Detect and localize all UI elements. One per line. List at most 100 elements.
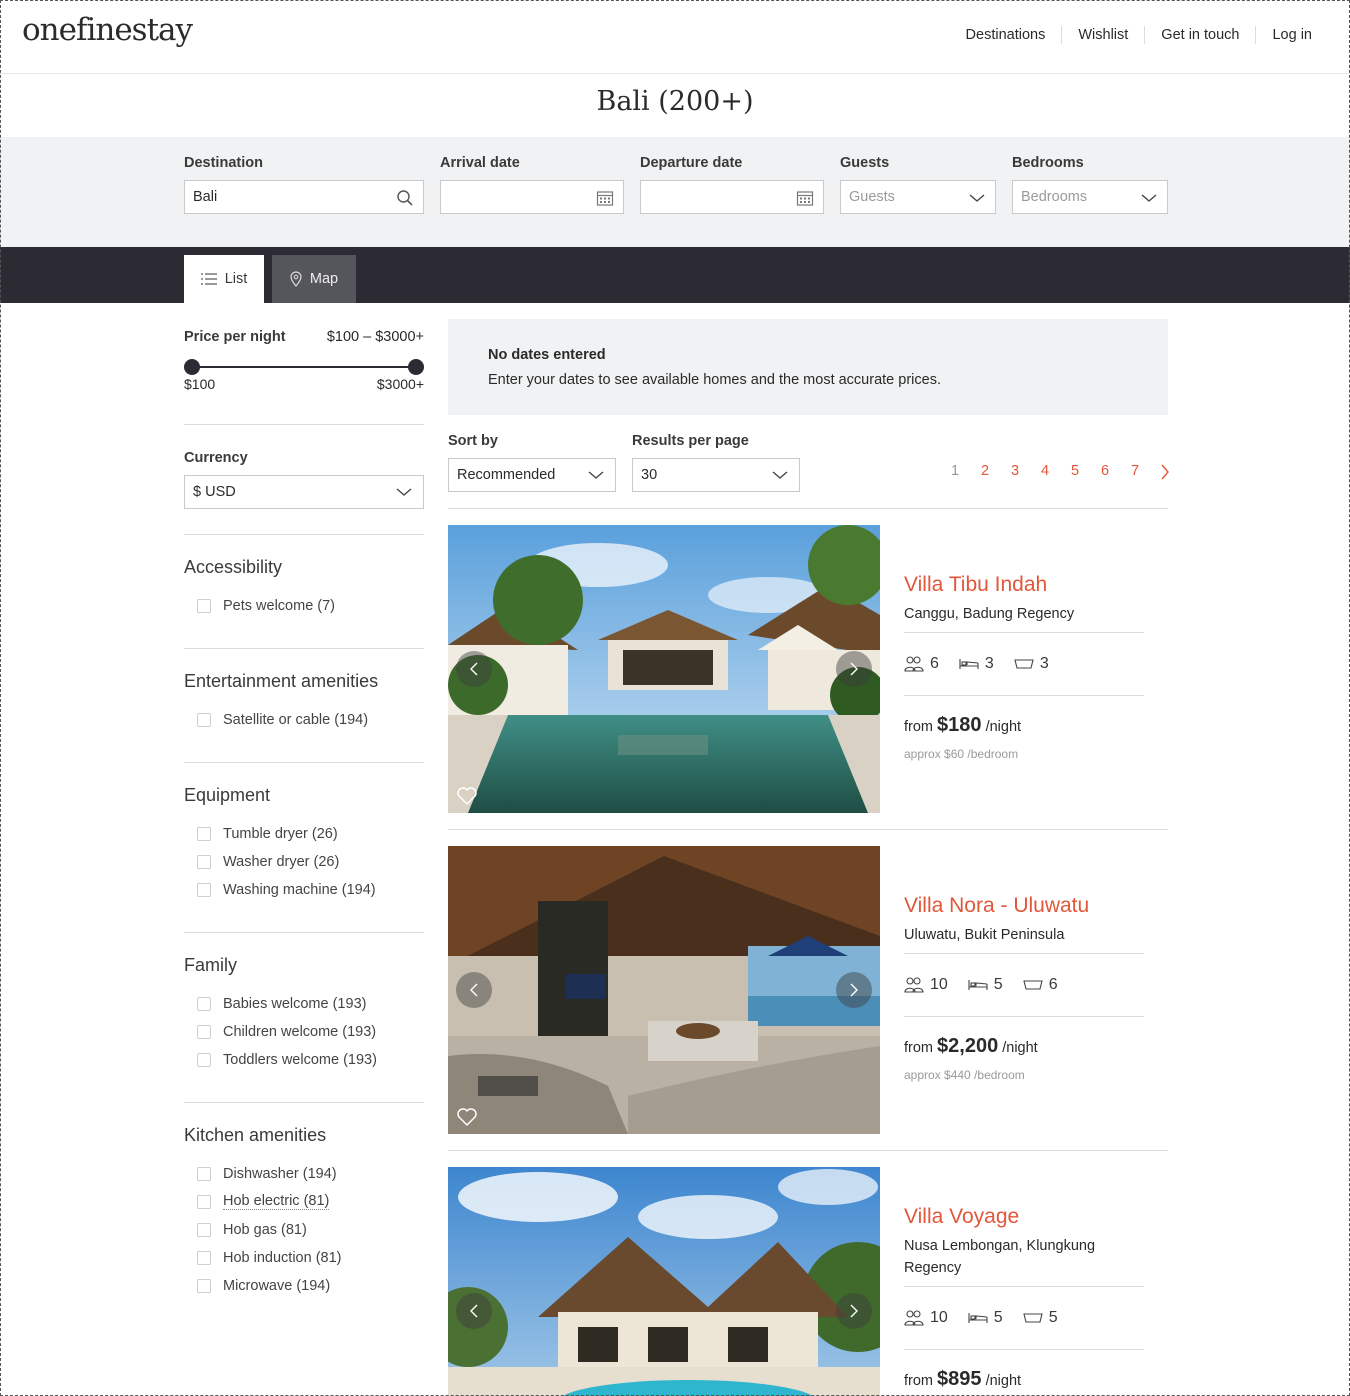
checkbox-box[interactable]	[197, 712, 211, 727]
checkbox-box[interactable]	[197, 1166, 211, 1181]
page-title: Bali (200+)	[596, 86, 754, 117]
checkbox-box[interactable]	[197, 826, 211, 841]
checkbox-box[interactable]	[197, 854, 211, 869]
checkbox-box[interactable]	[197, 1222, 211, 1237]
nav-get-in-touch[interactable]: Get in touch	[1144, 26, 1255, 44]
page-link[interactable]: 7	[1120, 463, 1150, 485]
bedrooms-select[interactable]: Bedrooms	[1012, 180, 1168, 214]
main-nav: Destinations Wishlist Get in touch Log i…	[950, 26, 1328, 44]
filter-option-label: Tumble dryer (26)	[223, 825, 338, 842]
bathrooms-value: 3	[1039, 655, 1049, 672]
listing-stats: 6 3 3	[904, 633, 1144, 695]
bedrooms-value: 5	[993, 976, 1003, 993]
tab-map[interactable]: Map	[272, 255, 356, 303]
checkbox-box[interactable]	[197, 598, 211, 613]
filter-checkbox[interactable]: Toddlers welcome (193)	[184, 1041, 424, 1078]
divider	[184, 648, 424, 649]
currency-select[interactable]: $ USD	[184, 475, 424, 509]
bedrooms-field: Bedrooms Bedrooms	[1012, 155, 1168, 214]
chevron-down-icon	[969, 194, 985, 202]
chevron-down-icon	[772, 471, 788, 479]
listing-photo-carousel[interactable]	[448, 525, 880, 813]
guests-select[interactable]: Guests	[840, 180, 996, 214]
page-link[interactable]: 5	[1060, 463, 1090, 485]
filter-option-label: Satellite or cable (194)	[223, 711, 369, 728]
search-icon[interactable]	[396, 189, 414, 207]
listing-photo[interactable]	[448, 1167, 880, 1396]
sort-control: Sort by Recommended	[448, 433, 616, 492]
departure-date-input[interactable]	[640, 180, 824, 214]
page-link[interactable]: 1	[940, 463, 970, 485]
bed-icon	[968, 1313, 988, 1323]
listing-photo[interactable]	[448, 525, 880, 813]
next-page-button[interactable]	[1150, 463, 1180, 485]
checkbox-box[interactable]	[197, 882, 211, 897]
page-link[interactable]: 6	[1090, 463, 1120, 485]
listing-name[interactable]: Villa Nora - Uluwatu	[904, 894, 1144, 918]
price-per: /night	[1002, 1040, 1038, 1056]
page-link[interactable]: 2	[970, 463, 1000, 485]
checkbox-box[interactable]	[197, 1278, 211, 1293]
nav-destinations[interactable]: Destinations	[950, 26, 1062, 44]
sort-select[interactable]: Recommended	[448, 458, 616, 492]
page-link[interactable]: 3	[1000, 463, 1030, 485]
carousel-prev-button[interactable]	[456, 1293, 492, 1329]
price-filter-label: Price per night	[184, 329, 286, 345]
calendar-icon[interactable]	[796, 189, 814, 207]
price-min-handle[interactable]	[184, 359, 200, 375]
guests-count: 10	[904, 1309, 948, 1327]
price-slider[interactable]	[184, 359, 424, 375]
per-page-value: 30	[641, 467, 658, 483]
map-pin-icon	[290, 271, 302, 287]
carousel-next-button[interactable]	[836, 651, 872, 687]
checkbox-box[interactable]	[197, 1052, 211, 1067]
filter-checkbox[interactable]: Pets welcome (7)	[184, 587, 424, 624]
listing-name[interactable]: Villa Tibu Indah	[904, 573, 1144, 597]
bathrooms-count: 5	[1022, 1309, 1058, 1327]
listing-card[interactable]: Villa Nora - Uluwatu Uluwatu, Bukit Peni…	[448, 846, 1168, 1134]
checkbox-box[interactable]	[197, 1250, 211, 1265]
guests-count: 6	[904, 655, 939, 673]
listing-name[interactable]: Villa Voyage	[904, 1205, 1144, 1229]
filter-group-title: Equipment	[184, 785, 271, 805]
nav-wishlist[interactable]: Wishlist	[1061, 26, 1144, 44]
bath-icon	[1022, 1313, 1043, 1323]
per-page-select[interactable]: 30	[632, 458, 800, 492]
chevron-down-icon	[396, 488, 412, 496]
destination-input[interactable]: Bali	[184, 180, 424, 214]
checkbox-box[interactable]	[197, 996, 211, 1011]
view-tab-bar: List Map	[0, 247, 1350, 303]
heart-icon[interactable]	[456, 1106, 478, 1128]
price-max-handle[interactable]	[408, 359, 424, 375]
filter-checkbox[interactable]: Washing machine (194)	[184, 871, 424, 908]
price-from: from	[904, 1040, 933, 1056]
tab-list[interactable]: List	[184, 255, 264, 303]
tab-list-label: List	[224, 271, 248, 287]
listing-photo[interactable]	[448, 846, 880, 1134]
calendar-icon[interactable]	[596, 189, 614, 207]
heart-icon[interactable]	[456, 785, 478, 807]
listing-photo-carousel[interactable]	[448, 1167, 880, 1396]
listing-stats: 10 5 5	[904, 1287, 1144, 1349]
carousel-prev-button[interactable]	[456, 651, 492, 687]
checkbox-box[interactable]	[197, 1024, 211, 1039]
carousel-prev-button[interactable]	[456, 972, 492, 1008]
listing-location: Uluwatu, Bukit Peninsula	[904, 927, 1065, 943]
checkbox-box[interactable]	[197, 1194, 211, 1209]
filter-checkbox[interactable]: Satellite or cable (194)	[184, 701, 424, 738]
page-link[interactable]: 4	[1030, 463, 1060, 485]
carousel-next-button[interactable]	[836, 1293, 872, 1329]
carousel-next-button[interactable]	[836, 972, 872, 1008]
guests-icon	[904, 1310, 924, 1326]
nav-log-in[interactable]: Log in	[1255, 26, 1328, 44]
brand-logo[interactable]: onefinestay	[22, 12, 193, 48]
arrival-date-input[interactable]	[440, 180, 624, 214]
listing-card[interactable]: Villa Tibu Indah Canggu, Badung Regency …	[448, 525, 1168, 813]
bedrooms-placeholder: Bedrooms	[1021, 189, 1088, 205]
listing-price: from $2,200 /night	[904, 1035, 1144, 1058]
listing-photo-carousel[interactable]	[448, 846, 880, 1134]
filter-checkbox[interactable]: Microwave (194)	[184, 1267, 424, 1304]
listing-card[interactable]: Villa Voyage Nusa Lembongan, Klungkung R…	[448, 1167, 1168, 1396]
guests-field: Guests Guests	[840, 155, 996, 214]
price-range-labels: $100 $3000+	[184, 376, 424, 392]
